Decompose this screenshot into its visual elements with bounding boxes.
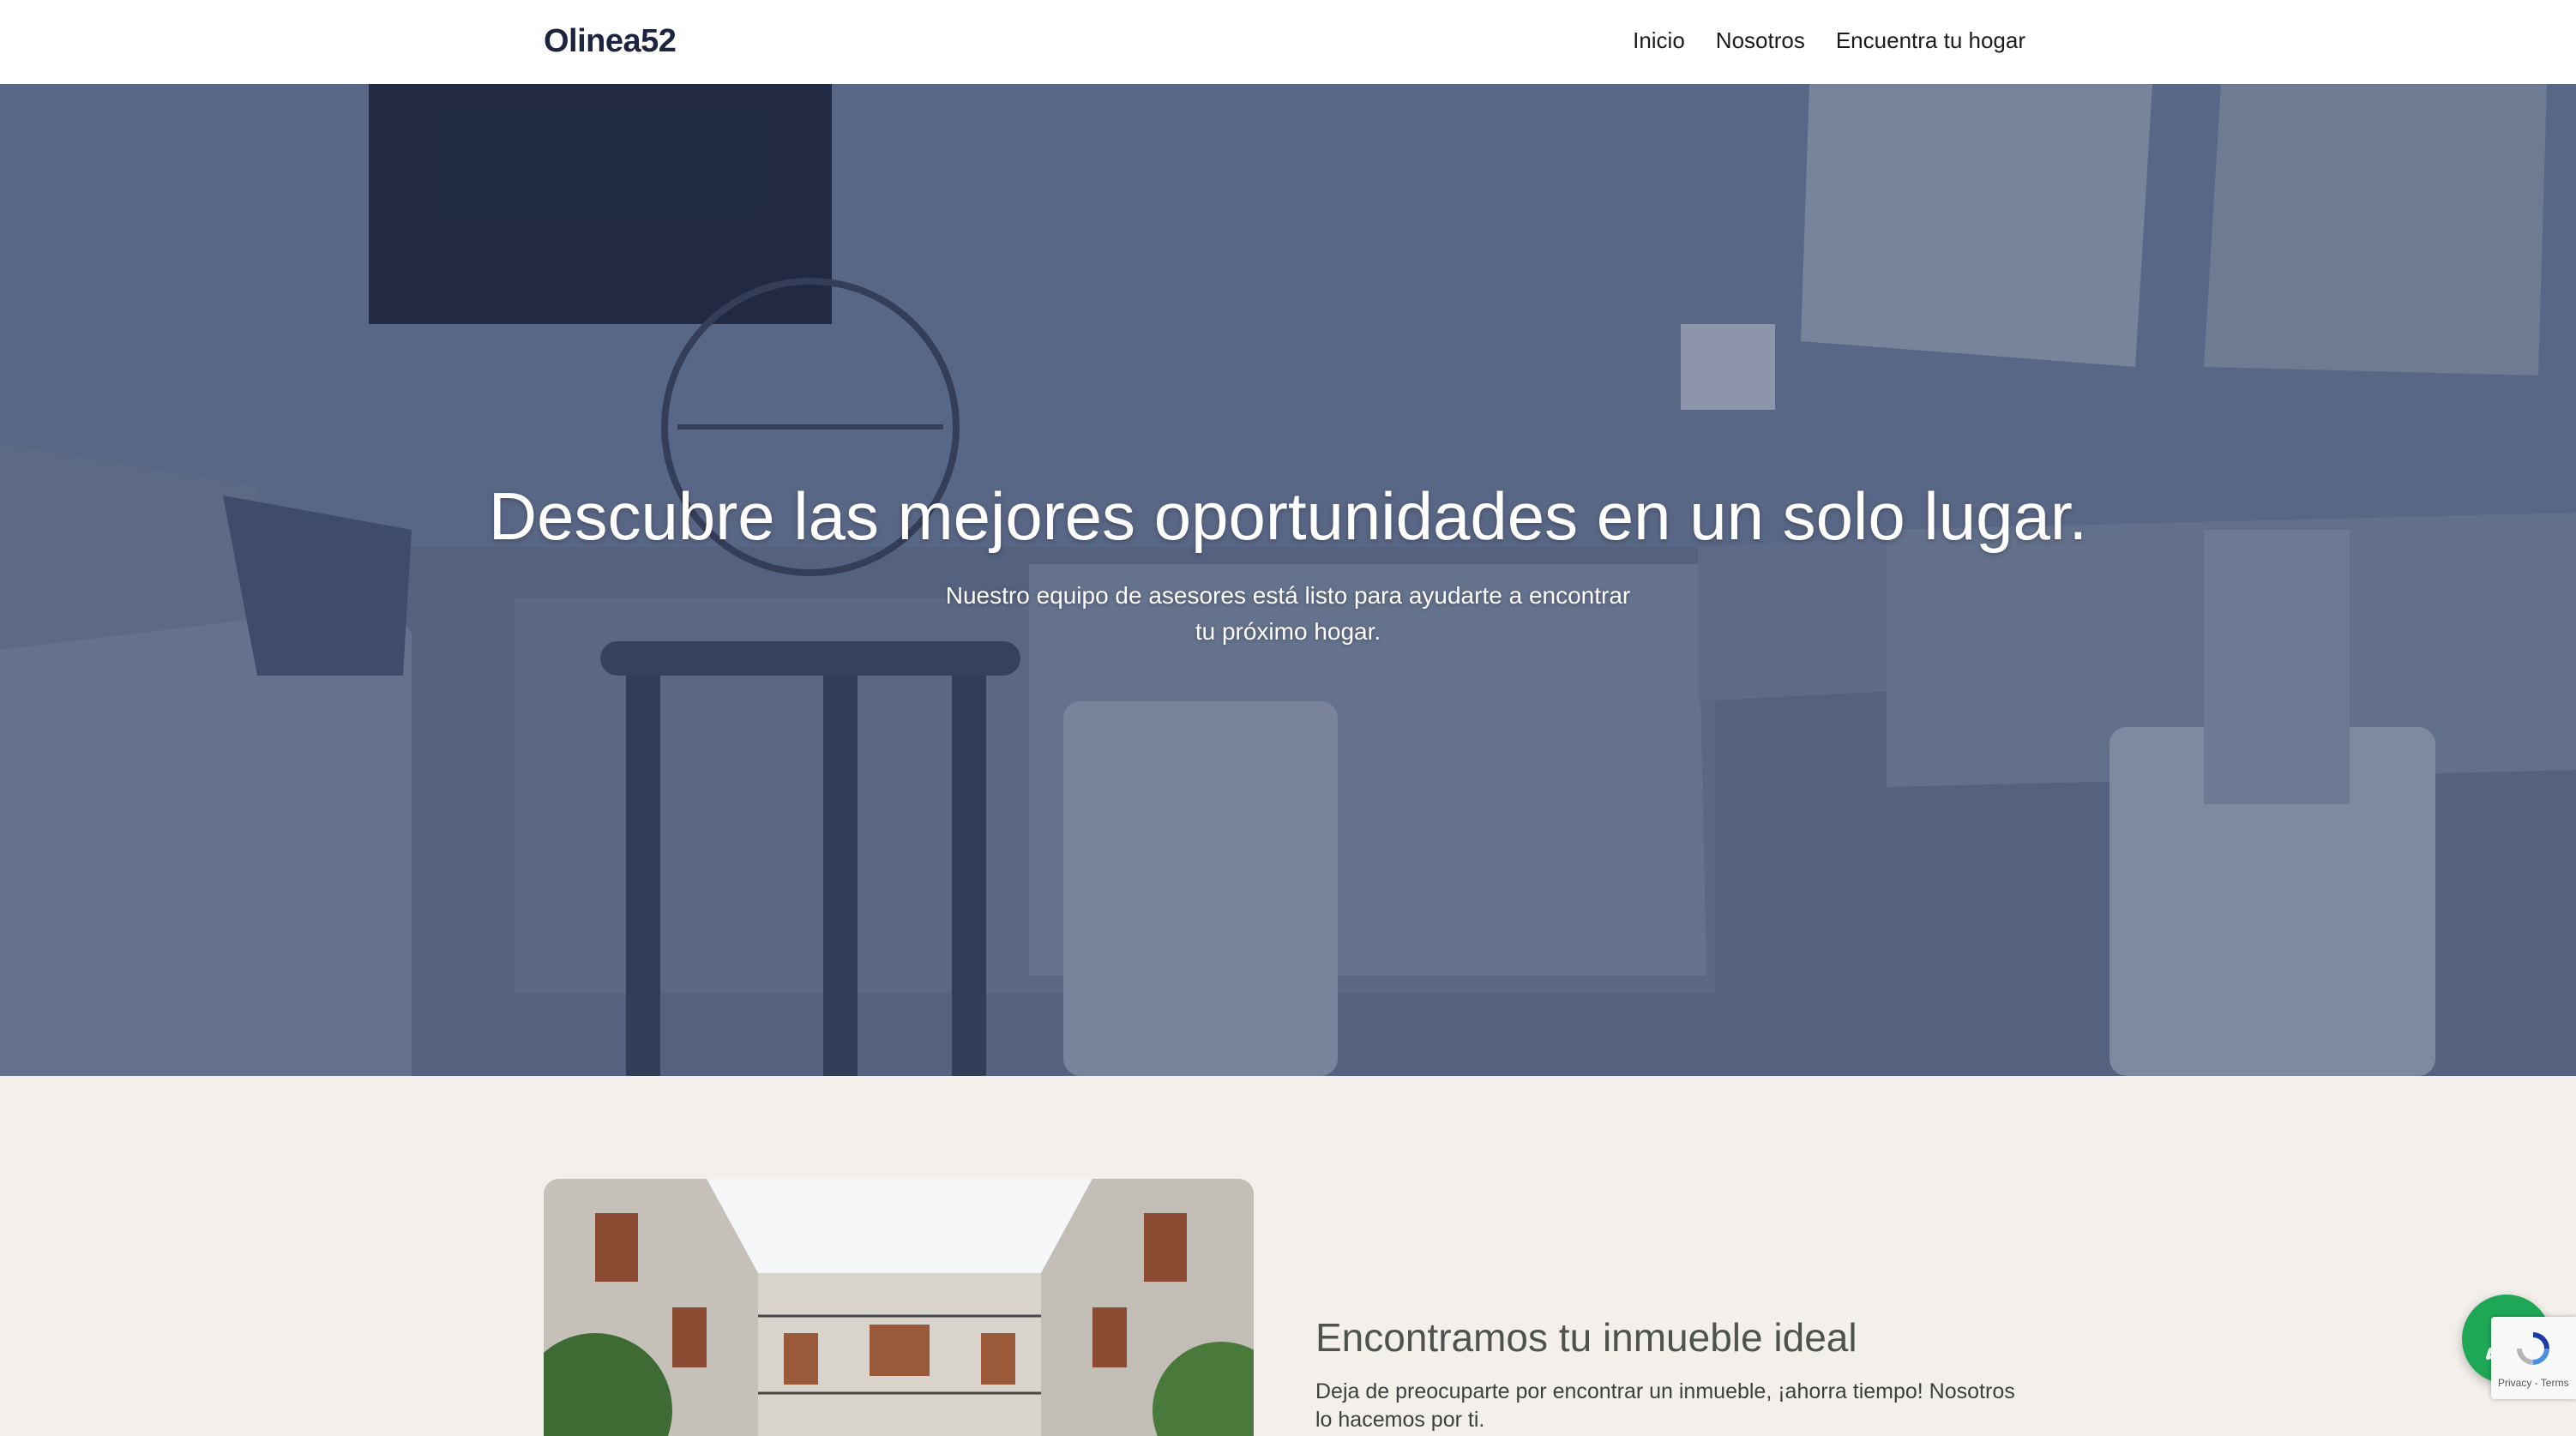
- recaptcha-separator: -: [2531, 1377, 2541, 1389]
- site-header: Olinea52 Inicio Nosotros Encuentra tu ho…: [0, 0, 2576, 85]
- feature-section: Encontramos tu inmueble ideal Deja de pr…: [0, 1076, 2576, 1436]
- hero-title: Descubre las mejores oportunidades en un…: [488, 478, 2088, 554]
- brand-logo[interactable]: Olinea52: [544, 21, 677, 62]
- recaptcha-privacy-link[interactable]: Privacy: [2498, 1377, 2531, 1389]
- hero-section: Descubre las mejores oportunidades en un…: [0, 84, 2576, 1076]
- recaptcha-icon: [2517, 1332, 2549, 1365]
- nav-item-inicio[interactable]: Inicio: [1633, 26, 1685, 55]
- feature-text: Deja de preocuparte por encontrar un inm…: [1315, 1379, 2015, 1432]
- main-nav: Inicio Nosotros Encuentra tu hogar: [1633, 26, 2025, 55]
- hero-subtitle: Nuestro equipo de asesores está listo pa…: [945, 582, 1631, 645]
- nav-item-encuentra-tu-hogar[interactable]: Encuentra tu hogar: [1836, 26, 2025, 55]
- recaptcha-links: Privacy - Terms: [2498, 1377, 2568, 1389]
- recaptcha-terms-link[interactable]: Terms: [2541, 1377, 2569, 1389]
- feature-title: Encontramos tu inmueble ideal: [1315, 1315, 1857, 1360]
- recaptcha-badge[interactable]: Privacy - Terms: [2491, 1317, 2576, 1399]
- courtyard-photo: [544, 1179, 1254, 1436]
- nav-item-nosotros[interactable]: Nosotros: [1716, 26, 1805, 55]
- feature-image: [544, 1179, 1254, 1436]
